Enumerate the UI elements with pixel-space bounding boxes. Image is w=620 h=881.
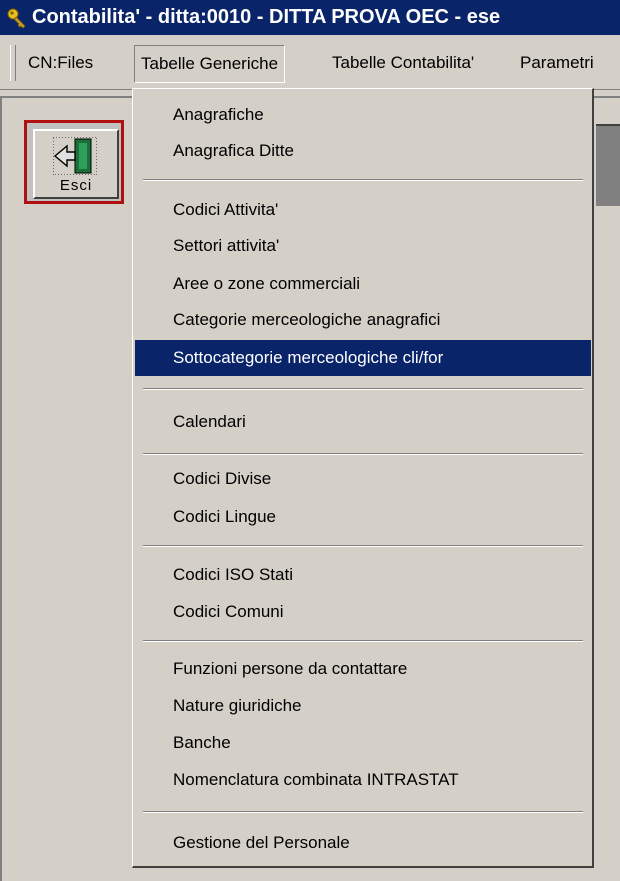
menu-separator xyxy=(143,545,583,547)
dropdown-menu-tabelle-generiche: Anagrafiche Anagrafica Ditte Codici Atti… xyxy=(132,88,594,868)
exit-button-face[interactable]: Esci xyxy=(33,129,119,199)
menu-item-banche[interactable]: Banche xyxy=(135,725,591,761)
menu-item-anagrafiche[interactable]: Anagrafiche xyxy=(135,97,591,133)
menu-tabelle-generiche[interactable]: Tabelle Generiche xyxy=(134,45,286,83)
menu-item-funzioni-persone[interactable]: Funzioni persone da contattare xyxy=(135,651,591,687)
menu-separator xyxy=(143,388,583,390)
menu-separator xyxy=(143,179,583,181)
document-area xyxy=(596,124,620,206)
window-title: Contabilita' - ditta:0010 - DITTA PROVA … xyxy=(32,6,501,28)
menu-item-categorie-merceologiche[interactable]: Categorie merceologiche anagrafici xyxy=(135,302,591,338)
menu-item-calendari[interactable]: Calendari xyxy=(135,404,591,440)
menu-tabelle-contabilita[interactable]: Tabelle Contabilita' xyxy=(326,45,480,81)
menu-item-aree-zone-commerciali[interactable]: Aree o zone commerciali xyxy=(135,266,591,302)
menu-item-gestione-personale[interactable]: Gestione del Personale xyxy=(135,825,591,861)
menu-item-codici-divise[interactable]: Codici Divise xyxy=(135,461,591,497)
menu-cn-files[interactable]: CN:Files xyxy=(22,45,99,81)
menu-separator xyxy=(143,811,583,813)
menu-item-codici-iso-stati[interactable]: Codici ISO Stati xyxy=(135,557,591,593)
menu-item-codici-comuni[interactable]: Codici Comuni xyxy=(135,594,591,630)
menu-item-settori-attivita[interactable]: Settori attivita' xyxy=(135,228,591,264)
menu-item-sottocategorie-merceologiche[interactable]: Sottocategorie merceologiche cli/for xyxy=(135,340,591,376)
menu-item-anagrafica-ditte[interactable]: Anagrafica Ditte xyxy=(135,133,591,169)
door-exit-icon xyxy=(53,137,97,175)
title-bar[interactable]: Contabilita' - ditta:0010 - DITTA PROVA … xyxy=(0,0,620,35)
menu-separator xyxy=(143,453,583,455)
exit-button-label: Esci xyxy=(59,177,93,194)
menu-item-codici-attivita[interactable]: Codici Attivita' xyxy=(135,192,591,228)
exit-button[interactable]: Esci xyxy=(24,120,124,204)
menubar-grip[interactable] xyxy=(10,45,16,81)
menu-item-codici-lingue[interactable]: Codici Lingue xyxy=(135,499,591,535)
menu-separator xyxy=(143,640,583,642)
menu-bar: CN:Files Tabelle Generiche Tabelle Conta… xyxy=(0,35,620,90)
key-icon xyxy=(7,8,26,29)
menu-item-nature-giuridiche[interactable]: Nature giuridiche xyxy=(135,688,591,724)
menu-parametri[interactable]: Parametri xyxy=(514,45,600,81)
menu-item-nomenclatura-intrastat[interactable]: Nomenclatura combinata INTRASTAT xyxy=(135,762,591,798)
